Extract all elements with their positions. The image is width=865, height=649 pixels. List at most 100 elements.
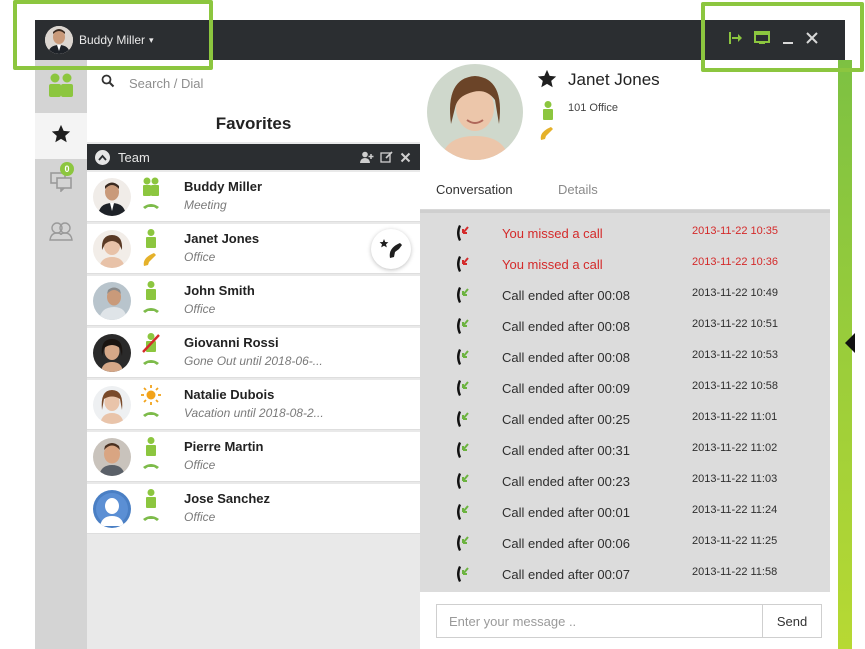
- call-ended-icon: [454, 316, 472, 336]
- chevron-down-icon: ▾: [149, 34, 154, 45]
- edit-icon: [379, 150, 393, 163]
- contact-name: Janet Jones: [184, 231, 260, 246]
- ended-call-entry: Call ended after 00:06 2013-11-22 11:25: [420, 527, 825, 558]
- call-ended-icon: [454, 502, 472, 522]
- edit-group-button[interactable]: [379, 149, 393, 165]
- available-presence-icon: [140, 228, 162, 250]
- contact-row[interactable]: Natalie Dubois Vacation until 2018-08-2.…: [87, 380, 420, 430]
- call-log-text: You missed a call: [502, 257, 603, 272]
- phone-idle-icon: [140, 354, 162, 372]
- chevron-up-icon: [98, 154, 107, 161]
- contact-row[interactable]: Pierre Martin Office: [87, 432, 420, 482]
- contacts-icon: [47, 72, 75, 103]
- contact-row[interactable]: Buddy Miller Meeting: [87, 172, 420, 222]
- call-ended-icon: [454, 347, 472, 367]
- contact-name: Giovanni Rossi: [184, 335, 279, 350]
- user-menu-button[interactable]: Buddy Miller ▾: [45, 26, 154, 54]
- call-log-timestamp: 2013-11-22 10:35: [692, 225, 779, 237]
- contact-name: Pierre Martin: [184, 439, 264, 454]
- contact-title: Janet Jones: [568, 70, 660, 89]
- missed-call-icon: [454, 223, 472, 243]
- ended-call-entry: Call ended after 00:08 2013-11-22 10:53: [420, 341, 825, 372]
- call-log-text: Call ended after 00:07: [502, 567, 630, 582]
- send-button[interactable]: Send: [762, 604, 822, 638]
- message-composer: Send: [420, 592, 830, 649]
- contact-status: Office: [184, 510, 216, 524]
- dock-button[interactable]: [725, 29, 747, 51]
- contact-name: Natalie Dubois: [184, 387, 275, 402]
- add-member-button[interactable]: [360, 149, 374, 165]
- call-log-text: Call ended after 00:25: [502, 412, 630, 427]
- call-ended-icon: [454, 471, 472, 491]
- missed-call-entry: You missed a call 2013-11-22 10:36: [420, 248, 825, 279]
- avatar: [93, 178, 131, 216]
- contact-extension: 101 Office: [568, 102, 618, 114]
- tab-details[interactable]: Details: [558, 182, 598, 197]
- rail-item-chat[interactable]: 0: [35, 160, 87, 206]
- star-icon: [50, 123, 72, 150]
- call-log-timestamp: 2013-11-22 11:58: [692, 566, 778, 578]
- message-input[interactable]: [436, 604, 762, 638]
- contact-status: Gone Out until 2018-06-...: [184, 354, 323, 368]
- contact-row[interactable]: Jose Sanchez Office: [87, 484, 420, 534]
- expand-arrow-icon[interactable]: [845, 333, 855, 353]
- call-ended-icon: [454, 378, 472, 398]
- contact-name: Jose Sanchez: [184, 491, 270, 506]
- ended-call-entry: Call ended after 00:23 2013-11-22 11:03: [420, 465, 825, 496]
- call-log-text: Call ended after 00:01: [502, 505, 630, 520]
- away-presence-icon: [140, 332, 162, 354]
- conversation-panel: Janet Jones 101 Office Conversation Deta…: [420, 60, 830, 649]
- user-name: Buddy Miller: [79, 33, 146, 47]
- missed-call-entry: You missed a call 2013-11-22 10:35: [420, 217, 825, 248]
- rail-item-groups[interactable]: [35, 210, 87, 256]
- dock-icon: [728, 31, 744, 50]
- call-ended-icon: [454, 533, 472, 553]
- call-log-timestamp: 2013-11-22 11:02: [692, 442, 778, 454]
- favorite-star-icon[interactable]: [536, 68, 558, 96]
- team-actions: [360, 149, 412, 165]
- call-log-timestamp: 2013-11-22 10:51: [692, 318, 779, 330]
- available-presence-icon: [140, 436, 162, 458]
- title-bar: Buddy Miller ▾: [35, 20, 845, 60]
- avatar: [93, 282, 131, 320]
- available-presence-icon: [538, 100, 558, 122]
- search-bar: [87, 60, 420, 106]
- call-log-text: Call ended after 00:08: [502, 319, 630, 334]
- tab-conversation[interactable]: Conversation: [436, 182, 513, 197]
- available-presence-icon: [140, 280, 162, 302]
- search-input[interactable]: [129, 75, 379, 91]
- contact-status: Meeting: [184, 198, 227, 212]
- call-log-list[interactable]: You missed a call 2013-11-22 10:35 You mis…: [420, 210, 830, 592]
- star-phone-icon: [379, 239, 402, 258]
- call-log-timestamp: 2013-11-22 11:24: [692, 504, 778, 516]
- ended-call-entry: Call ended after 00:08 2013-11-22 10:51: [420, 310, 825, 341]
- contact-name: Buddy Miller: [184, 179, 263, 194]
- phone-idle-icon: [140, 458, 162, 476]
- close-button[interactable]: [801, 29, 823, 51]
- avatar: [93, 386, 131, 424]
- side-panel-handle[interactable]: [838, 60, 852, 649]
- available-presence-icon: [140, 488, 162, 510]
- remove-group-button[interactable]: [398, 149, 412, 165]
- rail-item-favorites[interactable]: [35, 113, 87, 159]
- phone-ringing-icon: [140, 250, 162, 268]
- conversation-tabs: Conversation Details: [420, 170, 830, 210]
- call-log-timestamp: 2013-11-22 11:25: [692, 535, 778, 547]
- contact-row[interactable]: Janet Jones Office: [87, 224, 420, 274]
- rail-item-contacts[interactable]: [35, 64, 87, 110]
- collapse-toggle[interactable]: [95, 149, 110, 165]
- phone-idle-icon: [140, 510, 162, 528]
- favorite-call-button[interactable]: [371, 229, 411, 269]
- contact-name: John Smith: [184, 283, 255, 298]
- contact-row[interactable]: Giovanni Rossi Gone Out until 2018-06-..…: [87, 328, 420, 378]
- minimize-button[interactable]: [777, 29, 799, 51]
- phone-idle-icon: [140, 302, 162, 320]
- phone-idle-icon: [140, 406, 162, 424]
- contact-status: Office: [184, 250, 216, 264]
- contact-row[interactable]: John Smith Office: [87, 276, 420, 326]
- phone-idle-icon: [140, 198, 162, 216]
- popout-button[interactable]: [751, 29, 773, 51]
- call-log-text: Call ended after 00:09: [502, 381, 630, 396]
- call-log-text: Call ended after 00:23: [502, 474, 630, 489]
- team-group-header: Team: [87, 144, 420, 170]
